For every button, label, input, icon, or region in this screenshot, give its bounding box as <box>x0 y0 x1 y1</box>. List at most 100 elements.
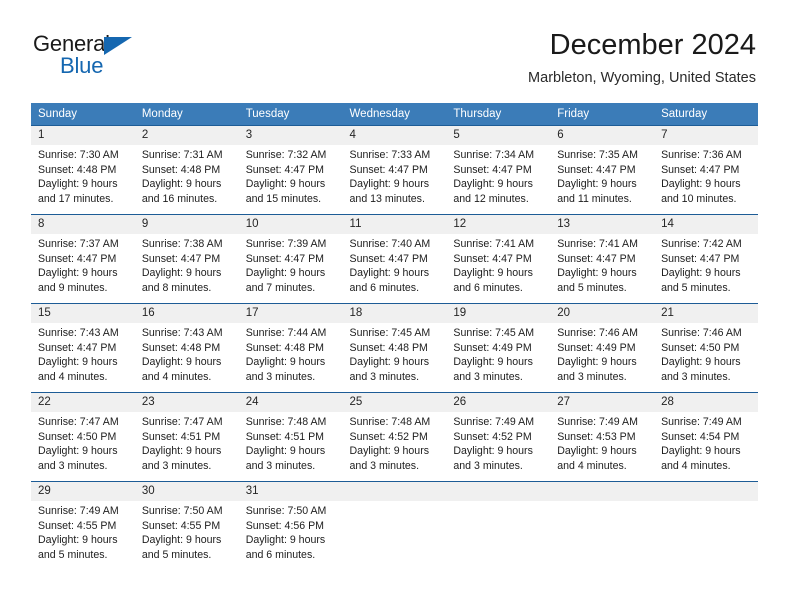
day-cell[interactable]: 26 Sunrise: 7:49 AM Sunset: 4:52 PM Dayl… <box>446 392 551 482</box>
sunrise-text: Sunrise: 7:45 AM <box>453 327 535 339</box>
day-cell[interactable]: 27 Sunrise: 7:49 AM Sunset: 4:53 PM Dayl… <box>550 392 655 482</box>
day-cell[interactable]: 22 Sunrise: 7:47 AM Sunset: 4:50 PM Dayl… <box>31 392 135 482</box>
day-cell[interactable]: 18 Sunrise: 7:45 AM Sunset: 4:48 PM Dayl… <box>342 303 447 393</box>
weekday-header-friday: Friday <box>550 103 655 126</box>
day-number: 21 <box>661 307 674 319</box>
day-cell[interactable]: 30 Sunrise: 7:50 AM Sunset: 4:55 PM Dayl… <box>134 481 239 572</box>
daylight-text-line2: and 11 minutes. <box>557 192 632 205</box>
day-cell[interactable]: 12 Sunrise: 7:41 AM Sunset: 4:47 PM Dayl… <box>446 214 551 304</box>
daylight-text-line2: and 4 minutes. <box>141 370 212 383</box>
day-cell[interactable]: 14 Sunrise: 7:42 AM Sunset: 4:47 PM Dayl… <box>654 214 758 304</box>
daylight-text-line1: Daylight: 9 hours <box>245 445 326 458</box>
daylight-text-line2: and 6 minutes. <box>245 548 316 561</box>
day-cell[interactable]: 15 Sunrise: 7:43 AM Sunset: 4:47 PM Dayl… <box>31 303 135 393</box>
day-number: 18 <box>349 307 363 319</box>
daylight-text-line1: Daylight: 9 hours <box>141 356 222 369</box>
day-number: 17 <box>245 307 259 319</box>
weekday-header-wednesday: Wednesday <box>342 103 447 126</box>
day-cell[interactable]: 9 Sunrise: 7:38 AM Sunset: 4:47 PM Dayli… <box>134 214 239 304</box>
sunset-text: Sunset: 4:47 PM <box>349 252 428 265</box>
sunset-text: Sunset: 4:47 PM <box>557 252 636 265</box>
sunset-text: Sunset: 4:56 PM <box>245 519 325 532</box>
day-cell[interactable]: 2 Sunrise: 7:31 AM Sunset: 4:48 PM Dayli… <box>134 125 239 215</box>
day-number: 16 <box>141 307 155 319</box>
day-cell[interactable]: 16 Sunrise: 7:43 AM Sunset: 4:48 PM Dayl… <box>134 303 239 393</box>
sunset-text: Sunset: 4:50 PM <box>38 430 117 443</box>
day-number: 6 <box>557 129 564 141</box>
sunset-text: Sunset: 4:49 PM <box>453 341 532 354</box>
weekday-header-monday: Monday <box>134 103 239 126</box>
sunset-text: Sunset: 4:53 PM <box>557 430 636 443</box>
sunrise-text: Sunrise: 7:50 AM <box>141 505 223 517</box>
general-blue-logo[interactable]: General Blue <box>33 33 253 83</box>
daylight-text-line2: and 10 minutes. <box>661 192 737 205</box>
day-cell[interactable]: 25 Sunrise: 7:48 AM Sunset: 4:52 PM Dayl… <box>342 392 447 482</box>
daylight-text-line2: and 3 minutes. <box>453 459 523 472</box>
daylight-text-line2: and 3 minutes. <box>453 370 523 383</box>
day-cell[interactable]: 10 Sunrise: 7:39 AM Sunset: 4:47 PM Dayl… <box>238 214 343 304</box>
day-number: 30 <box>141 485 155 497</box>
daylight-text-line1: Daylight: 9 hours <box>245 356 326 369</box>
day-cell[interactable]: 19 Sunrise: 7:45 AM Sunset: 4:49 PM Dayl… <box>446 303 551 393</box>
sunrise-text: Sunrise: 7:35 AM <box>557 149 638 161</box>
sunrise-text: Sunrise: 7:47 AM <box>141 416 223 428</box>
daylight-text-line2: and 15 minutes. <box>245 192 322 205</box>
sunrise-text: Sunrise: 7:32 AM <box>245 149 327 161</box>
day-number: 7 <box>661 129 668 141</box>
daylight-text-line1: Daylight: 9 hours <box>557 445 637 458</box>
daylight-text-line1: Daylight: 9 hours <box>38 267 118 280</box>
day-number: 10 <box>245 218 259 230</box>
daylight-text-line1: Daylight: 9 hours <box>453 178 533 191</box>
day-cell[interactable]: 1 Sunrise: 7:30 AM Sunset: 4:48 PM Dayli… <box>31 125 135 215</box>
calendar-header-row: Sunday Monday Tuesday Wednesday Thursday… <box>31 103 758 126</box>
day-cell-empty <box>654 481 758 572</box>
daylight-text-line2: and 6 minutes. <box>453 281 523 294</box>
daylight-text-line1: Daylight: 9 hours <box>38 445 118 458</box>
daylight-text-line1: Daylight: 9 hours <box>661 356 741 369</box>
sunrise-text: Sunrise: 7:38 AM <box>141 238 223 250</box>
sunset-text: Sunset: 4:47 PM <box>245 163 325 176</box>
daylight-text-line1: Daylight: 9 hours <box>38 178 118 191</box>
daylight-text-line2: and 16 minutes. <box>141 192 218 205</box>
day-cell[interactable]: 8 Sunrise: 7:37 AM Sunset: 4:47 PM Dayli… <box>31 214 135 304</box>
sunset-text: Sunset: 4:48 PM <box>38 163 117 176</box>
day-cell-empty <box>550 481 655 572</box>
day-number: 27 <box>557 396 571 408</box>
day-number: 3 <box>245 129 253 141</box>
calendar-body: 1 Sunrise: 7:30 AM Sunset: 4:48 PM Dayli… <box>31 125 758 572</box>
day-cell[interactable]: 28 Sunrise: 7:49 AM Sunset: 4:54 PM Dayl… <box>654 392 758 482</box>
day-cell[interactable]: 11 Sunrise: 7:40 AM Sunset: 4:47 PM Dayl… <box>342 214 447 304</box>
day-number: 23 <box>141 396 155 408</box>
day-cell[interactable]: 31 Sunrise: 7:50 AM Sunset: 4:56 PM Dayl… <box>238 481 343 572</box>
daylight-text-line2: and 12 minutes. <box>453 192 529 205</box>
day-cell[interactable]: 6 Sunrise: 7:35 AM Sunset: 4:47 PM Dayli… <box>550 125 655 215</box>
sunrise-text: Sunrise: 7:49 AM <box>661 416 742 428</box>
day-cell[interactable]: 23 Sunrise: 7:47 AM Sunset: 4:51 PM Dayl… <box>134 392 239 482</box>
day-number: 29 <box>38 485 51 497</box>
day-cell[interactable]: 17 Sunrise: 7:44 AM Sunset: 4:48 PM Dayl… <box>238 303 343 393</box>
title-block: December 2024 Marbleton, Wyoming, United… <box>528 28 756 88</box>
day-cell[interactable]: 3 Sunrise: 7:32 AM Sunset: 4:47 PM Dayli… <box>238 125 343 215</box>
day-cell[interactable]: 5 Sunrise: 7:34 AM Sunset: 4:47 PM Dayli… <box>446 125 551 215</box>
day-number: 8 <box>38 218 45 230</box>
day-number: 2 <box>141 129 149 141</box>
daylight-text-line2: and 9 minutes. <box>38 281 108 294</box>
sunrise-text: Sunrise: 7:40 AM <box>349 238 431 250</box>
day-cell[interactable]: 20 Sunrise: 7:46 AM Sunset: 4:49 PM Dayl… <box>550 303 655 393</box>
sunset-text: Sunset: 4:47 PM <box>38 341 117 354</box>
daylight-text-line2: and 13 minutes. <box>349 192 425 205</box>
day-cell[interactable]: 13 Sunrise: 7:41 AM Sunset: 4:47 PM Dayl… <box>550 214 655 304</box>
daylight-text-line2: and 3 minutes. <box>661 370 731 383</box>
day-cell[interactable]: 4 Sunrise: 7:33 AM Sunset: 4:47 PM Dayli… <box>342 125 447 215</box>
sunset-text: Sunset: 4:47 PM <box>38 252 117 265</box>
day-number: 25 <box>349 396 363 408</box>
day-cell[interactable]: 24 Sunrise: 7:48 AM Sunset: 4:51 PM Dayl… <box>238 392 343 482</box>
day-cell[interactable]: 21 Sunrise: 7:46 AM Sunset: 4:50 PM Dayl… <box>654 303 758 393</box>
daylight-text-line2: and 3 minutes. <box>38 459 108 472</box>
calendar-grid: Sunday Monday Tuesday Wednesday Thursday… <box>31 103 758 572</box>
day-cell[interactable]: 29 Sunrise: 7:49 AM Sunset: 4:55 PM Dayl… <box>31 481 135 572</box>
weekday-header-saturday: Saturday <box>654 103 758 126</box>
day-cell[interactable]: 7 Sunrise: 7:36 AM Sunset: 4:47 PM Dayli… <box>654 125 758 215</box>
sunset-text: Sunset: 4:48 PM <box>141 341 221 354</box>
weekday-header-tuesday: Tuesday <box>238 103 343 126</box>
